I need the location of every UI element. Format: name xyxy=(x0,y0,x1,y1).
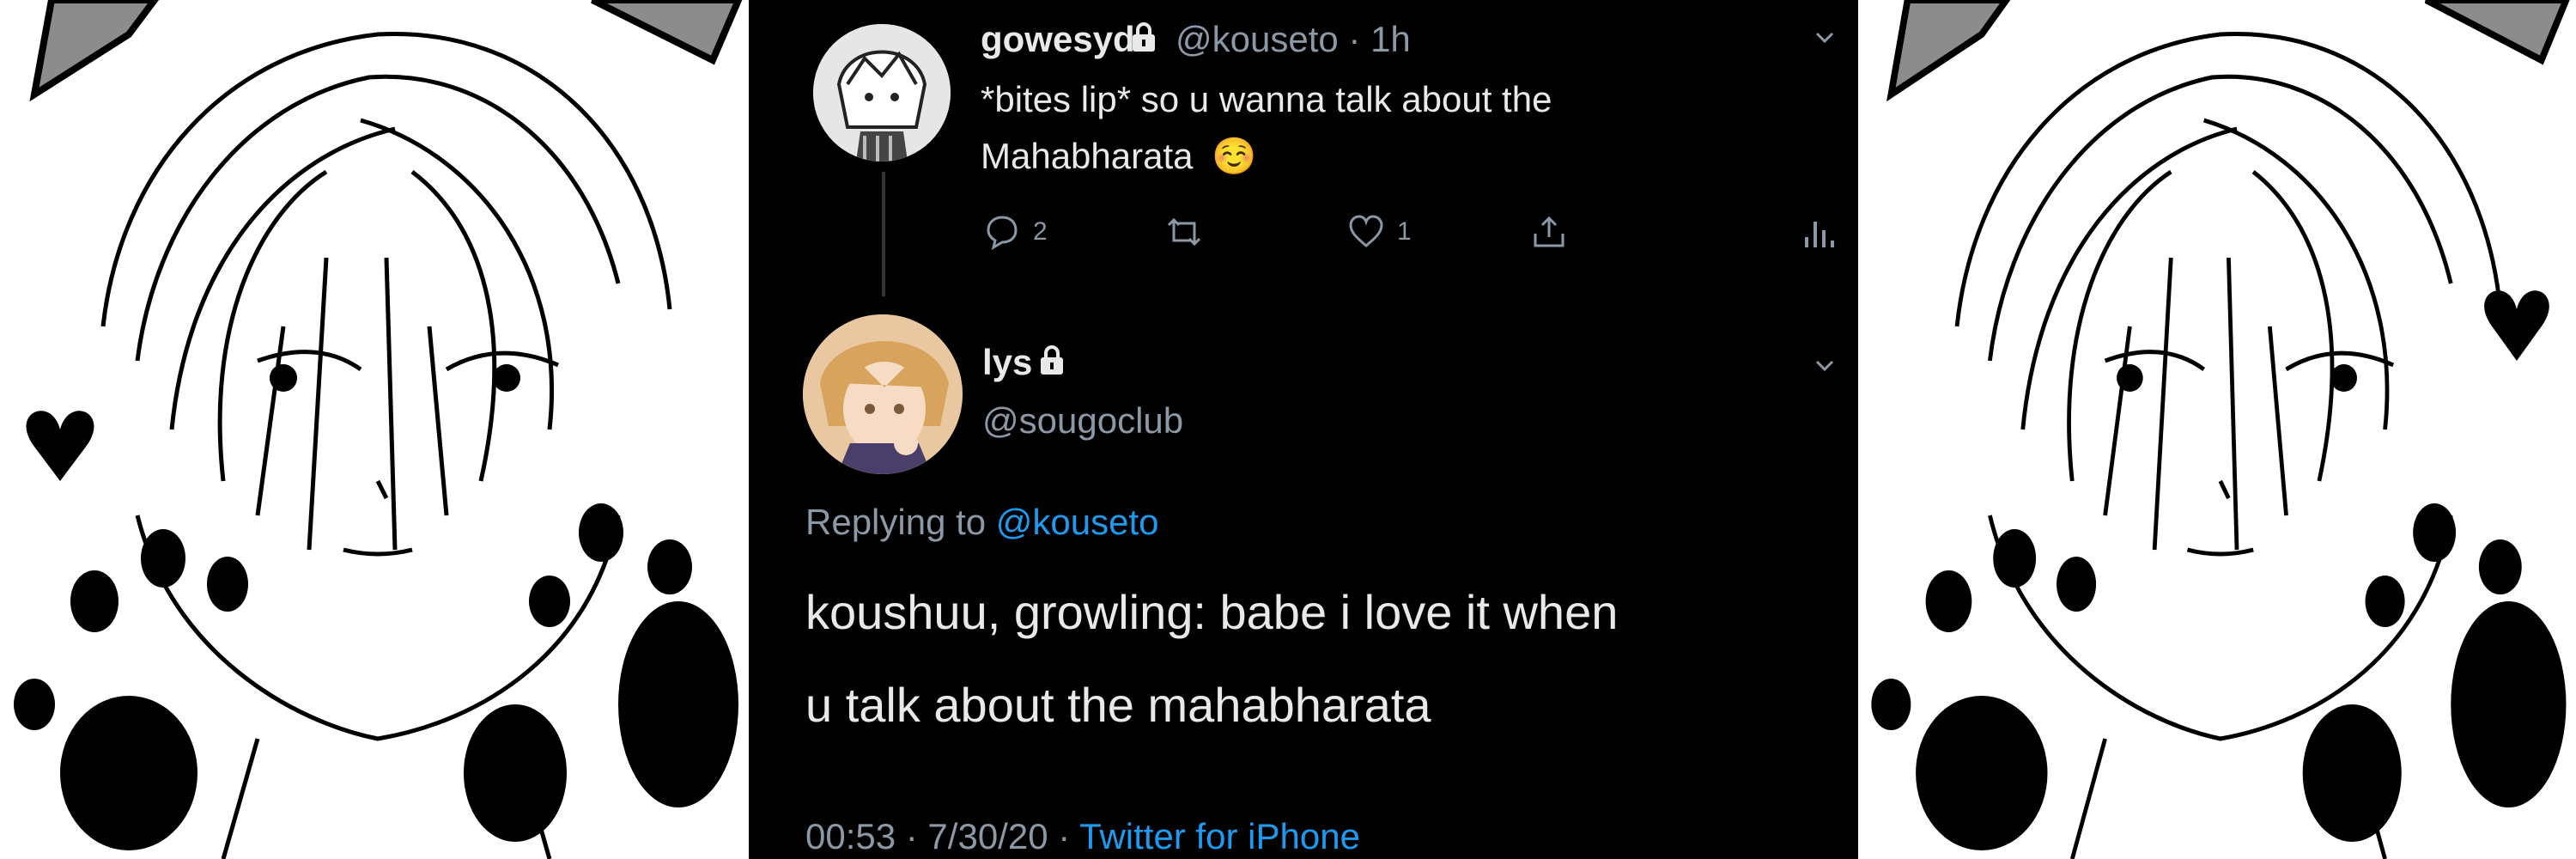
emoji-smiling: ☺️ xyxy=(1212,136,1257,176)
chevron-down-icon[interactable] xyxy=(1814,354,1836,376)
analytics-button[interactable] xyxy=(1800,213,1838,251)
reply-icon xyxy=(987,216,1018,251)
like-button[interactable]: 1 xyxy=(1347,213,1412,251)
anime-sketch-illustration xyxy=(0,0,749,859)
tweet-text-line: *bites lip* so u wanna talk about the xyxy=(981,79,1552,119)
tweet-text-line: u talk about the mahabharata xyxy=(805,678,1431,732)
heart-icon xyxy=(1349,215,1383,247)
tweet-text-line: Mahabharata xyxy=(981,136,1194,176)
replying-to-handle[interactable]: @kouseto xyxy=(996,502,1159,542)
tweet-thread-panel: gowesyd @kouseto · 1h *bites lip* so u w… xyxy=(749,0,1858,859)
lock-icon xyxy=(1131,22,1157,53)
retweet-button[interactable] xyxy=(1165,213,1203,251)
avatar-gowesyd[interactable] xyxy=(813,24,951,161)
decorative-art-right xyxy=(1858,0,2576,859)
display-name[interactable]: lys xyxy=(982,342,1032,383)
retweet-icon xyxy=(1167,217,1201,247)
separator-dot: · xyxy=(1338,19,1371,59)
source-link[interactable]: Twitter for iPhone xyxy=(1079,816,1360,856)
avatar-illustration xyxy=(813,24,951,161)
thread-connector-line xyxy=(882,172,885,296)
chevron-down-icon[interactable] xyxy=(1814,26,1836,48)
replying-to: Replying to @kouseto xyxy=(805,502,1159,543)
reply-count: 2 xyxy=(1033,217,1048,246)
display-name[interactable]: gowesyd xyxy=(981,19,1135,60)
reply-button[interactable]: 2 xyxy=(983,213,1048,251)
tweet-time[interactable]: 1h xyxy=(1370,19,1411,59)
timestamp-text[interactable]: 00:53 · 7/30/20 · xyxy=(805,816,1070,856)
handle[interactable]: @sougoclub xyxy=(982,400,1183,442)
tweet-text-line: koushuu, growling: babe i love it when xyxy=(805,585,1619,639)
like-count: 1 xyxy=(1397,217,1412,246)
avatar-lys[interactable] xyxy=(803,314,963,474)
tweet-timestamp: 00:53 · 7/30/20 · Twitter for iPhone xyxy=(805,816,1360,857)
anime-sketch-illustration xyxy=(1858,0,2576,859)
share-button[interactable] xyxy=(1530,213,1568,251)
decorative-art-left xyxy=(0,0,749,859)
analytics-icon xyxy=(1805,222,1834,247)
avatar-illustration xyxy=(803,314,963,474)
lock-icon xyxy=(1039,345,1065,376)
share-icon xyxy=(1534,216,1564,247)
replying-to-label: Replying to xyxy=(805,502,987,542)
handle[interactable]: @kouseto xyxy=(1176,19,1339,59)
